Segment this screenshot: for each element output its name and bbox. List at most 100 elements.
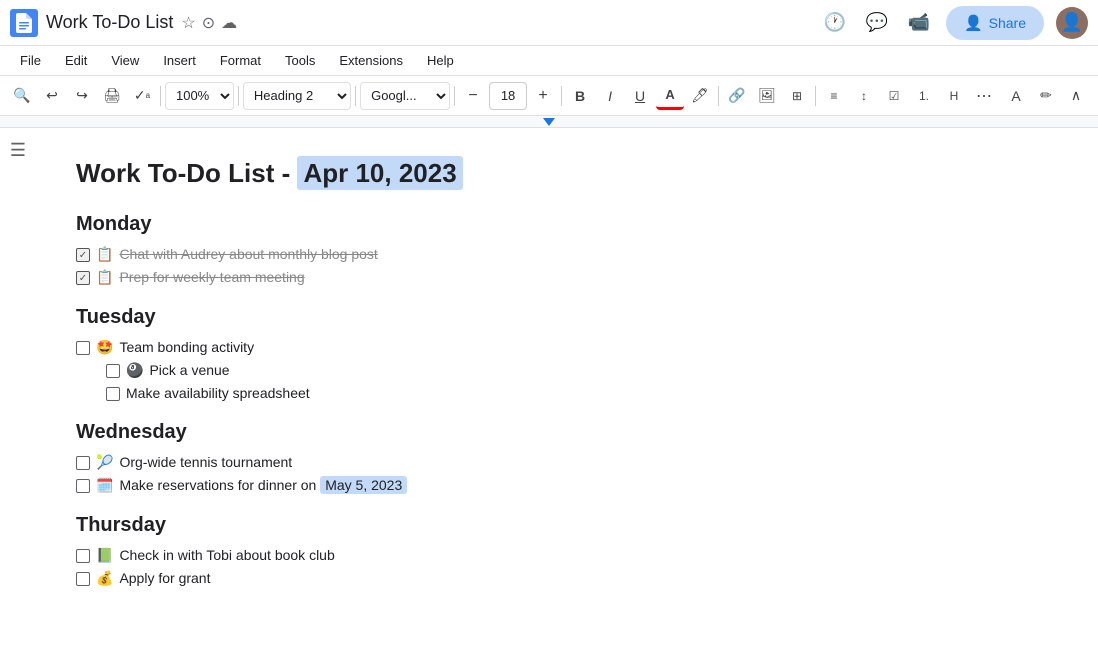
inline-date-chip: May 5, 2023 <box>320 476 407 494</box>
task-item: 🗓️ Make reservations for dinner on May 5… <box>76 477 1038 494</box>
video-icon[interactable]: 📹 <box>904 8 934 38</box>
task-emoji: 📋 <box>96 246 113 263</box>
task-text: Make availability spreadsheet <box>126 385 310 401</box>
comment-icon[interactable]: 💬 <box>862 8 892 38</box>
toolbar-sep-2 <box>238 86 239 106</box>
task-item: ✓ 📋 Chat with Audrey about monthly blog … <box>76 246 1038 263</box>
task-text-part: Make reservations for dinner on <box>119 477 320 493</box>
doc-container: ☰ Work To-Do List - Apr 10, 2023 Monday … <box>0 128 1098 665</box>
sidebar-toggle[interactable]: ☰ <box>0 128 36 665</box>
toolbar-sep-4 <box>454 86 455 106</box>
app-icon <box>10 9 38 37</box>
task-emoji: 🎾 <box>96 454 113 471</box>
cloud-icon[interactable]: ☁ <box>221 13 237 33</box>
checkbox[interactable] <box>76 549 90 563</box>
ordered-list-btn[interactable]: 1. <box>910 82 938 110</box>
ruler-indent-marker <box>543 118 555 126</box>
checkbox[interactable] <box>76 572 90 586</box>
checkbox[interactable] <box>76 341 90 355</box>
tuesday-heading: Tuesday <box>76 306 1038 329</box>
search-toolbar-btn[interactable]: 🔍 <box>8 82 36 110</box>
spell-check-btn[interactable]: ✓a <box>128 82 156 110</box>
checklist-btn[interactable]: ☑ <box>880 82 908 110</box>
menu-extensions[interactable]: Extensions <box>329 49 413 72</box>
task-item: 🤩 Team bonding activity <box>76 339 1038 356</box>
title-icons: ☆ ⊙ ☁ <box>181 13 237 33</box>
ruler-area <box>0 116 1098 128</box>
menu-format[interactable]: Format <box>210 49 271 72</box>
checkbox[interactable]: ✓ <box>76 271 90 285</box>
user-avatar[interactable]: 👤 <box>1056 7 1088 39</box>
task-text: Apply for grant <box>119 570 210 586</box>
checkbox[interactable]: ✓ <box>76 248 90 262</box>
menu-edit[interactable]: Edit <box>55 49 97 72</box>
thursday-task-list: 📗 Check in with Tobi about book club 💰 A… <box>76 547 1038 587</box>
checkbox[interactable] <box>106 364 120 378</box>
menu-tools[interactable]: Tools <box>275 49 325 72</box>
task-text: Pick a venue <box>149 362 229 378</box>
task-emoji: 🎱 <box>126 362 143 379</box>
font-size-decrease-btn[interactable]: − <box>459 82 487 110</box>
task-text: Team bonding activity <box>119 339 254 355</box>
star-icon[interactable]: ☆ <box>181 13 195 33</box>
link-btn[interactable]: 🔗 <box>723 82 751 110</box>
menu-file[interactable]: File <box>10 49 51 72</box>
doc-title: Work To-Do List <box>46 12 173 33</box>
text-color-btn[interactable]: A <box>656 82 684 110</box>
menu-view[interactable]: View <box>101 49 149 72</box>
checkbox[interactable] <box>106 387 120 401</box>
task-item: ✓ 📋 Prep for weekly team meeting <box>76 269 1038 286</box>
menu-help[interactable]: Help <box>417 49 464 72</box>
task-item: 💰 Apply for grant <box>76 570 1038 587</box>
font-size-input[interactable] <box>489 82 527 110</box>
image-btn[interactable]: 🖼 <box>753 82 781 110</box>
task-item: Make availability spreadsheet <box>106 385 1038 401</box>
task-emoji: 💰 <box>96 570 113 587</box>
font-select[interactable]: Googl... Arial Times New Roman <box>360 82 450 110</box>
doc-body: Work To-Do List - Apr 10, 2023 Monday ✓ … <box>36 128 1098 665</box>
share-person-icon: 👤 <box>964 14 983 32</box>
undo-btn[interactable]: ↩ <box>38 82 66 110</box>
task-text: Prep for weekly team meeting <box>119 269 304 285</box>
highlight-btn[interactable]: 🖊 <box>686 82 714 110</box>
collapse-toolbar-btn[interactable]: ∧ <box>1062 82 1090 110</box>
history-icon[interactable]: 🕐 <box>820 8 850 38</box>
menu-bar: File Edit View Insert Format Tools Exten… <box>0 46 1098 76</box>
style-select[interactable]: Heading 2 Normal text Heading 1 Heading … <box>243 82 351 110</box>
task-text: Org-wide tennis tournament <box>119 454 292 470</box>
print-btn[interactable]: 🖨 <box>98 82 126 110</box>
share-label: Share <box>989 15 1026 31</box>
underline-btn[interactable]: U <box>626 82 654 110</box>
edit-mode-btn[interactable]: ✏ <box>1032 82 1060 110</box>
font-size-increase-btn[interactable]: + <box>529 82 557 110</box>
task-emoji: 🤩 <box>96 339 113 356</box>
checkbox[interactable] <box>76 479 90 493</box>
share-button[interactable]: 👤 Share <box>946 6 1044 40</box>
document-title: Work To-Do List - Apr 10, 2023 <box>76 158 1038 189</box>
bold-btn[interactable]: B <box>566 82 594 110</box>
thursday-heading: Thursday <box>76 514 1038 537</box>
italic-btn[interactable]: I <box>596 82 624 110</box>
monday-task-list: ✓ 📋 Chat with Audrey about monthly blog … <box>76 246 1038 286</box>
align-btn[interactable]: ≡ <box>820 82 848 110</box>
menu-insert[interactable]: Insert <box>153 49 206 72</box>
redo-btn[interactable]: ↪ <box>68 82 96 110</box>
task-emoji: 📗 <box>96 547 113 564</box>
task-item: 🎾 Org-wide tennis tournament <box>76 454 1038 471</box>
line-spacing-btn[interactable]: ↕ <box>850 82 878 110</box>
toolbar-sep-5 <box>561 86 562 106</box>
folder-icon[interactable]: ⊙ <box>202 13 215 33</box>
tuesday-task-list: 🤩 Team bonding activity 🎱 Pick a venue M… <box>76 339 1038 401</box>
task-item: 🎱 Pick a venue <box>106 362 1038 379</box>
title-bar: Work To-Do List ☆ ⊙ ☁ 🕐 💬 📹 👤 Share 👤 <box>0 0 1098 46</box>
title-bar-left: Work To-Do List ☆ ⊙ ☁ <box>10 9 820 37</box>
zoom-select[interactable]: 100% <box>165 82 234 110</box>
wednesday-heading: Wednesday <box>76 421 1038 444</box>
more-options-btn[interactable]: ⋯ <box>970 82 998 110</box>
heading-btn[interactable]: H <box>940 82 968 110</box>
task-text: Make reservations for dinner on May 5, 2… <box>119 477 407 493</box>
accessibility-btn[interactable]: A <box>1002 82 1030 110</box>
insert-image-btn[interactable]: ⊞ <box>783 82 811 110</box>
toolbar-sep-1 <box>160 86 161 106</box>
checkbox[interactable] <box>76 456 90 470</box>
